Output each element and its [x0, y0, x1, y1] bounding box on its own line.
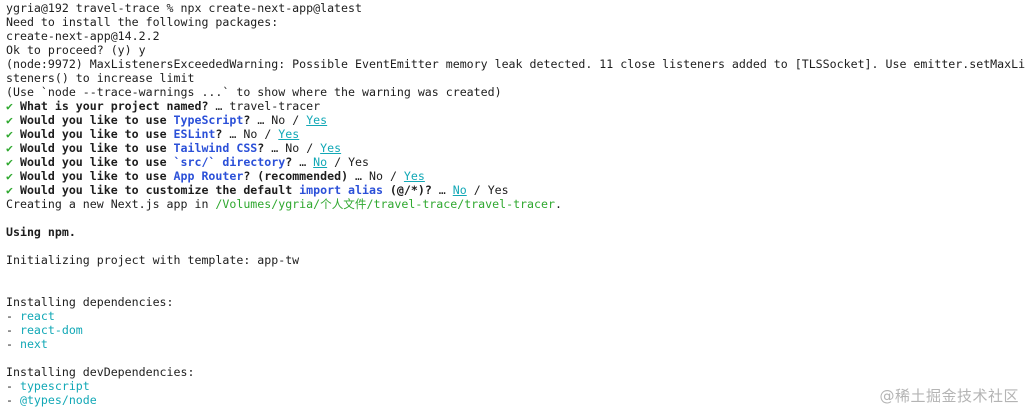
option-name: App Router — [173, 169, 244, 183]
dependency-item: - react-dom — [6, 323, 1027, 337]
question-text: Would you like to use — [19, 127, 174, 141]
dev-dependencies-header: Installing devDependencies: — [6, 365, 195, 379]
question-import-alias: ✔ Would you like to customize the defaul… — [6, 183, 1027, 197]
option-name: TypeScript — [173, 113, 244, 127]
question-text: What is your project named? — [19, 99, 209, 113]
question-app-router: ✔ Would you like to use App Router? (rec… — [6, 169, 1027, 183]
command-text: ygria@192 travel-trace % npx create-next… — [6, 1, 362, 15]
project-name-answer: travel-tracer — [229, 99, 321, 113]
bullet-dash: - — [6, 309, 13, 323]
answer-separator: / — [473, 183, 481, 197]
terminal-output: ygria@192 travel-trace % npx create-next… — [6, 1, 1027, 407]
question-text: Would you like to use — [19, 113, 174, 127]
creating-text: Creating a new Next.js app in — [6, 197, 216, 211]
check-icon: ✔ — [6, 113, 13, 127]
check-icon: ✔ — [6, 141, 13, 155]
dev-dependency-item: - @types/node — [6, 393, 1027, 407]
question-suffix: ? — [243, 113, 251, 127]
ellipsis: … — [355, 169, 363, 183]
question-text: Would you like to use — [19, 141, 174, 155]
prompt-line: ygria@192 travel-trace % npx create-next… — [6, 1, 1027, 15]
question-eslint: ✔ Would you like to use ESLint? … No / Y… — [6, 127, 1027, 141]
answer-separator: / — [334, 155, 342, 169]
bullet-dash: - — [6, 337, 13, 351]
answer-yes: Yes — [348, 155, 370, 169]
question-src-directory: ✔ Would you like to use `src/` directory… — [6, 155, 1027, 169]
answer-separator: / — [264, 127, 272, 141]
answer-no-selected: No — [313, 155, 328, 169]
question-suffix: ? (recommended) — [243, 169, 349, 183]
check-icon: ✔ — [6, 155, 13, 169]
using-npm: Using npm. — [6, 225, 76, 239]
package-name: next — [19, 337, 48, 351]
option-name: `src/` directory — [173, 155, 286, 169]
dependencies-header: Installing dependencies: — [6, 295, 174, 309]
question-text: Would you like to use — [19, 155, 174, 169]
initializing-line: Initializing project with template: app-… — [6, 253, 300, 267]
warning-line-continued: steners() to increase limit — [6, 71, 195, 85]
creating-app-line: Creating a new Next.js app in /Volumes/y… — [6, 197, 1027, 211]
question-suffix: ? — [257, 141, 265, 155]
ellipsis: … — [271, 141, 279, 155]
answer-no: No — [271, 113, 286, 127]
package-spec: create-next-app@14.2.2 — [6, 29, 160, 43]
bullet-dash: - — [6, 323, 13, 337]
answer-yes-selected: Yes — [403, 169, 425, 183]
check-icon: ✔ — [6, 127, 13, 141]
answer-yes-selected: Yes — [278, 127, 300, 141]
option-name: import alias — [299, 183, 383, 197]
bullet-dash: - — [6, 393, 13, 407]
ellipsis: … — [299, 155, 307, 169]
answer-yes: Yes — [487, 183, 509, 197]
warning-line: (node:9972) MaxListenersExceededWarning:… — [6, 57, 1026, 71]
question-text: Would you like to customize the default — [19, 183, 300, 197]
question-suffix: (@/*)? — [382, 183, 432, 197]
question-tailwind: ✔ Would you like to use Tailwind CSS? … … — [6, 141, 1027, 155]
bullet-dash: - — [6, 379, 13, 393]
install-notice: Need to install the following packages: — [6, 15, 279, 29]
question-typescript: ✔ Would you like to use TypeScript? … No… — [6, 113, 1027, 127]
package-name: @types/node — [19, 393, 97, 407]
trace-warning-hint: (Use `node --trace-warnings ...` to show… — [6, 85, 502, 99]
question-suffix: ? — [215, 127, 223, 141]
dependency-item: - react — [6, 309, 1027, 323]
answer-no: No — [285, 141, 300, 155]
app-path: /Volumes/ygria/个人文件/travel-trace/travel-… — [215, 197, 555, 211]
answer-no: No — [243, 127, 258, 141]
dev-dependency-item: - typescript — [6, 379, 1027, 393]
option-name: ESLint — [173, 127, 216, 141]
creating-suffix: . — [554, 197, 562, 211]
answer-separator: / — [306, 141, 314, 155]
ellipsis: … — [438, 183, 446, 197]
answer-yes-selected: Yes — [306, 113, 328, 127]
answer-separator: / — [292, 113, 300, 127]
check-icon: ✔ — [6, 99, 13, 113]
question-text: Would you like to use — [19, 169, 174, 183]
package-name: typescript — [19, 379, 90, 393]
question-project-name: ✔ What is your project named? … travel-t… — [6, 99, 1027, 113]
dependency-item: - next — [6, 337, 1027, 351]
package-name: react — [19, 309, 55, 323]
ellipsis: … — [257, 113, 265, 127]
proceed-prompt: Ok to proceed? (y) y — [6, 43, 1027, 57]
terminal-window[interactable]: ygria@192 travel-trace % npx create-next… — [0, 0, 1027, 407]
question-suffix: ? — [285, 155, 293, 169]
check-icon: ✔ — [6, 183, 13, 197]
check-icon: ✔ — [6, 169, 13, 183]
answer-no: No — [369, 169, 383, 183]
site-watermark: @稀土掘金技术社区 — [879, 387, 1019, 405]
ellipsis: … — [215, 99, 223, 113]
answer-no-selected: No — [452, 183, 467, 197]
answer-separator: / — [389, 169, 397, 183]
package-name: react-dom — [19, 323, 83, 337]
ellipsis: … — [229, 127, 237, 141]
proceed-text: Ok to proceed? (y) y — [6, 43, 146, 57]
answer-yes-selected: Yes — [320, 141, 342, 155]
option-name: Tailwind CSS — [173, 141, 258, 155]
